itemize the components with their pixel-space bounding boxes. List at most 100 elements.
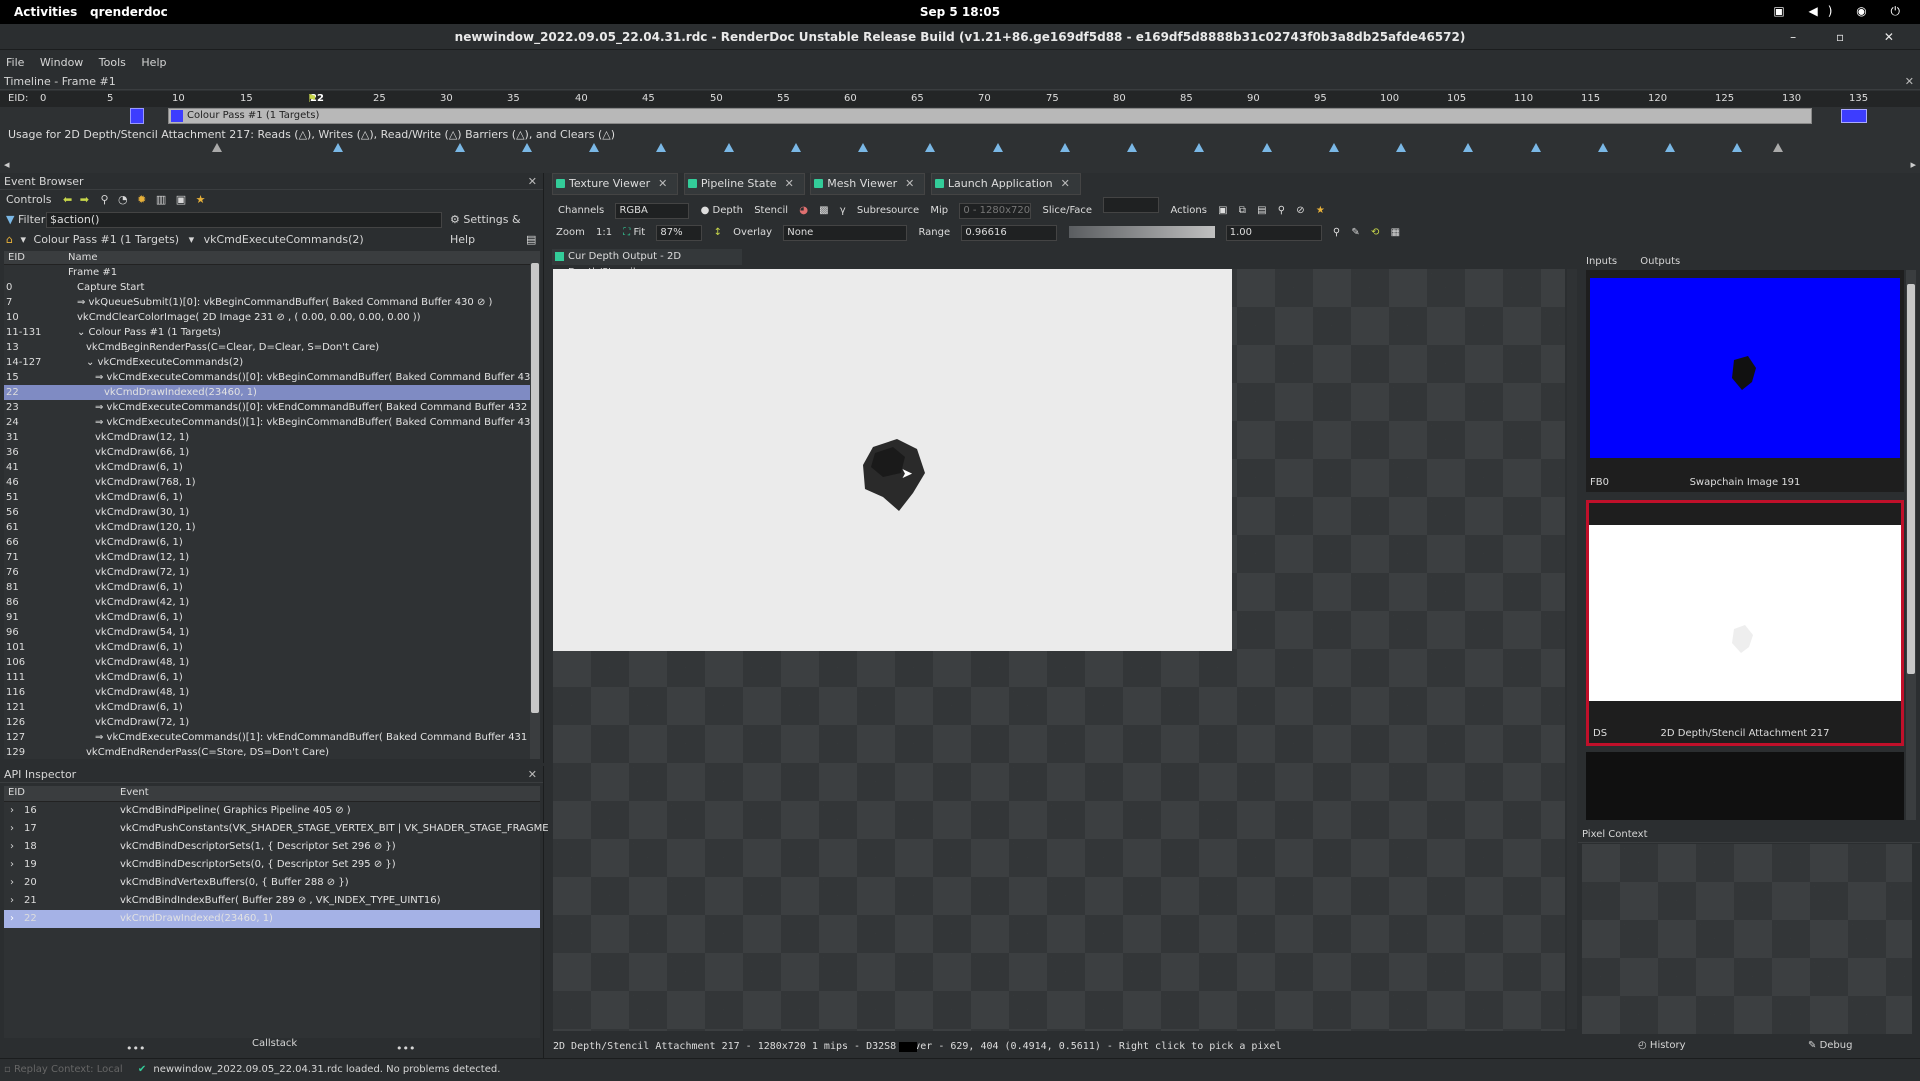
event-row[interactable]: 36 vkCmdDraw(66, 1) [4, 445, 530, 460]
event-row[interactable]: 56 vkCmdDraw(30, 1) [4, 505, 530, 520]
texture-subtab[interactable]: Cur Depth Output - 2D Depth/Stencil ... [552, 249, 742, 278]
event-row[interactable]: 76 vkCmdDraw(72, 1) [4, 565, 530, 580]
event-row[interactable]: 126 vkCmdDraw(72, 1) [4, 715, 530, 730]
event-row[interactable]: 86 vkCmdDraw(42, 1) [4, 595, 530, 610]
event-row[interactable]: 129 vkCmdEndRenderPass(C=Store, DS=Don't … [4, 745, 530, 759]
event-row[interactable]: 111 vkCmdDraw(6, 1) [4, 670, 530, 685]
range-max-input[interactable]: 1.00 [1225, 225, 1322, 241]
event-row[interactable]: 0 Capture Start [4, 280, 530, 295]
thumb-scrollbar[interactable] [1906, 270, 1916, 820]
tab-pipeline-state[interactable]: Pipeline State ✕ [683, 173, 805, 195]
window-controls[interactable]: – ▫ ✕ [1790, 24, 1912, 50]
expand-icon[interactable]: › [10, 892, 14, 910]
link-icon[interactable]: ⊘ [1296, 199, 1304, 223]
api-list[interactable]: EID Event › 16 vkCmdBindPipeline( Graphics… [4, 786, 609, 1038]
star-icon[interactable]: ★ [1316, 199, 1325, 223]
thumbnail-fb0[interactable]: FB0 Swapchain Image 191 [1586, 270, 1904, 492]
stats-icon[interactable]: ▥ [156, 193, 166, 206]
event-scrollbar[interactable] [530, 251, 540, 759]
event-row[interactable]: 51 vkCmdDraw(6, 1) [4, 490, 530, 505]
event-row[interactable]: 31 vkCmdDraw(12, 1) [4, 430, 530, 445]
canvas-vscroll[interactable] [1567, 269, 1577, 1029]
event-row[interactable]: 11-131 ⌄ Colour Pass #1 (1 Targets) [4, 325, 530, 340]
expand-icon[interactable]: › [10, 856, 14, 874]
event-row[interactable]: 14-127 ⌄ vkCmdExecuteCommands(2) [4, 355, 530, 370]
col-eid[interactable]: EID [8, 251, 25, 265]
bookmark-icon[interactable]: ⚲ [100, 193, 108, 206]
event-row[interactable]: 41 vkCmdDraw(6, 1) [4, 460, 530, 475]
col-name[interactable]: Name [68, 251, 98, 265]
copy-icon[interactable]: ⧉ [1239, 199, 1246, 223]
api-row[interactable]: › 19 vkCmdBindDescriptorSets(0, { Descript… [4, 856, 540, 874]
event-row[interactable]: 101 vkCmdDraw(6, 1) [4, 640, 530, 655]
close-icon[interactable]: ✕ [1905, 73, 1914, 90]
event-row[interactable]: Frame #1 [4, 265, 530, 280]
tab-outputs[interactable]: Outputs [1634, 256, 1686, 267]
close-icon[interactable]: ✕ [528, 173, 537, 190]
replay-context[interactable]: ▫ Replay Context: Local [0, 1064, 123, 1075]
close-icon[interactable]: ✕ [1061, 177, 1070, 190]
api-row[interactable]: › 20 vkCmdBindVertexBuffers(0, { Buffer 28… [4, 874, 540, 892]
api-row[interactable]: › 22 vkCmdDrawIndexed(23460, 1) [4, 910, 540, 928]
zoom-range-icon[interactable]: ⚲ [1333, 221, 1340, 245]
usage-markers[interactable] [0, 143, 1920, 157]
menu-help[interactable]: Help [135, 56, 172, 69]
thumbnail-ds[interactable]: DS 2D Depth/Stencil Attachment 217 [1586, 500, 1904, 746]
col-event[interactable]: Event [120, 786, 149, 800]
api-row[interactable]: › 16 vkCmdBindPipeline( Graphics Pipeline … [4, 802, 540, 820]
menu-file[interactable]: File [0, 56, 30, 69]
save-texture-icon[interactable]: ▣ [1218, 199, 1227, 223]
channels-select[interactable]: RGBA [615, 203, 690, 219]
menu-window[interactable]: Window [34, 56, 89, 69]
zoom-1to1-button[interactable]: 1:1 [596, 221, 612, 245]
fit-button[interactable]: ⛶ Fit [623, 221, 645, 245]
api-row[interactable]: › 17 vkCmdPushConstants(VK_SHADER_STAGE_VE… [4, 820, 609, 838]
event-row[interactable]: 61 vkCmdDraw(120, 1) [4, 520, 530, 535]
scroll-left-icon[interactable]: ◂ [4, 158, 10, 171]
overlay-select[interactable]: None [783, 225, 908, 241]
event-tree[interactable]: EID Name Frame #1 0 Capture Start 7 ⇒ vkQueu… [4, 251, 530, 759]
event-row[interactable]: 121 vkCmdDraw(6, 1) [4, 700, 530, 715]
event-row[interactable]: 71 vkCmdDraw(12, 1) [4, 550, 530, 565]
timeline-ruler[interactable]: EID: 0 5 10 15 22 ⚑ 25 30 35 40 45 50 55… [0, 91, 1920, 107]
scrollbar-thumb[interactable] [1907, 284, 1915, 674]
timeline-pass-bar[interactable]: Colour Pass #1 (1 Targets) [168, 108, 1867, 124]
more-icon[interactable]: ••• [396, 1042, 415, 1055]
gamma-button[interactable]: γ [840, 199, 846, 223]
highlight-icon[interactable]: ✹ [137, 193, 146, 206]
zoom-select[interactable]: 87% [656, 225, 703, 241]
depth-radio[interactable]: ● Depth [701, 199, 743, 223]
histogram-icon[interactable]: ▦ [1391, 221, 1400, 245]
callstack-label[interactable]: Callstack [252, 1038, 297, 1049]
event-row[interactable]: 23 ⇒ vkCmdExecuteCommands()[0]: vkEndComm… [4, 400, 530, 415]
bookmark-list-icon[interactable]: ▤ [526, 230, 536, 250]
pixel-context-view[interactable] [1582, 844, 1912, 1034]
event-row[interactable]: 13 vkCmdBeginRenderPass(C=Clear, D=Clear,… [4, 340, 530, 355]
expand-icon[interactable]: › [10, 874, 14, 892]
close-icon[interactable]: ✕ [905, 177, 914, 190]
scrollbar-thumb[interactable] [531, 263, 539, 713]
reset-icon[interactable]: ⟲ [1371, 221, 1379, 245]
home-icon[interactable]: ⌂ [6, 233, 13, 246]
event-row[interactable]: 127 ⇒ vkCmdExecuteCommands()[1]: vkEndCom… [4, 730, 530, 745]
open-icon[interactable]: ▤ [1257, 199, 1266, 223]
autofit-icon[interactable]: ✎ [1351, 221, 1359, 245]
tab-launch-application[interactable]: Launch Application ✕ [930, 173, 1081, 195]
system-tray-icons[interactable]: ▣ ◀) ◉ ⏻ [1773, 4, 1910, 19]
depth-texture-image[interactable] [553, 269, 1232, 651]
event-row[interactable]: 96 vkCmdDraw(54, 1) [4, 625, 530, 640]
tab-mesh-viewer[interactable]: Mesh Viewer ✕ [810, 173, 926, 195]
chevron-down-icon[interactable]: ▾ [189, 233, 195, 246]
event-row[interactable]: 22 vkCmdDrawIndexed(23460, 1) [4, 385, 530, 400]
tab-texture-viewer[interactable]: Texture Viewer ✕ [552, 173, 679, 195]
save-icon[interactable]: ▣ [176, 193, 186, 206]
star-icon[interactable]: ★ [196, 193, 206, 206]
event-row[interactable]: 46 vkCmdDraw(768, 1) [4, 475, 530, 490]
color-wheel-icon[interactable]: ◕ [799, 199, 808, 223]
col-eid[interactable]: EID [8, 786, 25, 800]
event-row[interactable]: 116 vkCmdDraw(48, 1) [4, 685, 530, 700]
expand-icon[interactable]: › [10, 802, 14, 820]
breadcrumb-pass[interactable]: Colour Pass #1 (1 Targets) [34, 233, 180, 246]
clock[interactable]: Sep 5 18:05 [0, 5, 1920, 19]
event-row[interactable]: 15 ⇒ vkCmdExecuteCommands()[0]: vkBeginCo… [4, 370, 530, 385]
